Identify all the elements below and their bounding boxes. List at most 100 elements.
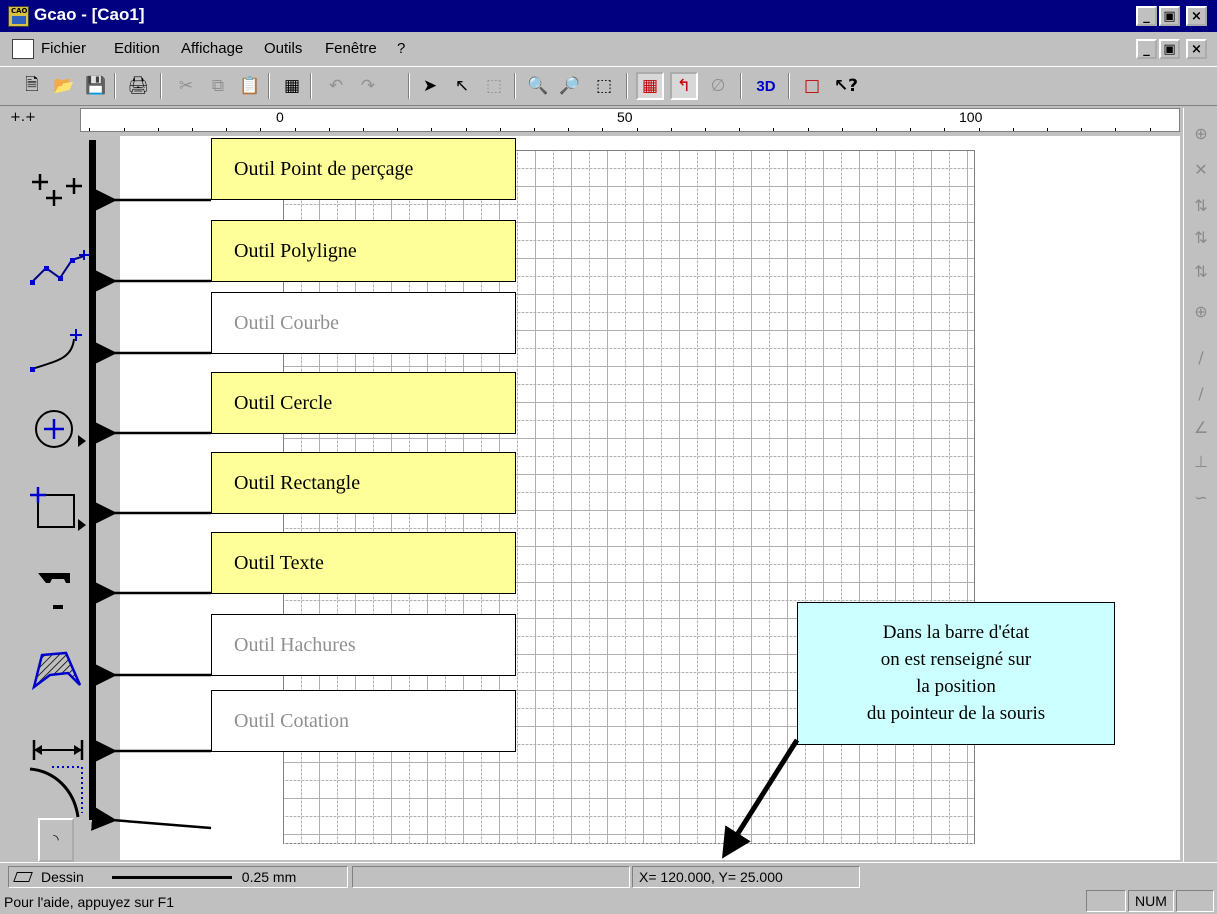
cursor-coordinates: X= 120.000, Y= 25.000 bbox=[632, 866, 860, 888]
menu-fichier[interactable]: Fichier bbox=[41, 40, 86, 57]
document-icon[interactable] bbox=[12, 39, 34, 59]
tangent-icon[interactable]: ∽ bbox=[1188, 484, 1214, 510]
redo-icon[interactable]: ↷ bbox=[354, 72, 382, 100]
rectangle-tool-icon[interactable] bbox=[18, 480, 98, 540]
ruler-tick bbox=[944, 128, 946, 131]
snap-y-icon[interactable]: ⇅ bbox=[1188, 224, 1214, 250]
snap-intersection-icon[interactable]: ✕ bbox=[1188, 156, 1214, 182]
toolbar-separator bbox=[626, 73, 628, 99]
select-pointer-icon[interactable]: ➤ bbox=[416, 72, 444, 100]
toolbar-separator bbox=[160, 73, 162, 99]
zoom-fit-icon[interactable]: ⬚ bbox=[590, 72, 618, 100]
app-icon[interactable]: CAO bbox=[8, 6, 29, 27]
ruler-tick bbox=[1012, 128, 1014, 131]
help-hint: Pour l'aide, appuyez sur F1 bbox=[4, 894, 174, 910]
toolbar-separator bbox=[514, 73, 516, 99]
ruler-tick bbox=[157, 128, 159, 131]
toolbar-separator bbox=[268, 73, 270, 99]
toolbar-separator bbox=[408, 73, 410, 99]
ruler-tick bbox=[534, 128, 536, 131]
print-icon[interactable]: 🖨 bbox=[124, 72, 152, 100]
info-line: Dans la barre d'état bbox=[882, 622, 1030, 643]
snap-point-icon[interactable]: ↰ bbox=[670, 72, 698, 100]
new-file-icon[interactable]: 🗎 bbox=[18, 72, 46, 100]
ruler-tick bbox=[226, 128, 228, 131]
ruler-tick bbox=[294, 128, 296, 131]
angle-icon[interactable]: ∠ bbox=[1188, 414, 1214, 440]
horizontal-ruler: 0 50 100 bbox=[80, 108, 1180, 132]
drawing-tools-toolbar bbox=[8, 140, 96, 820]
undo-icon[interactable]: ↶ bbox=[322, 72, 350, 100]
midpoint-icon[interactable]: ∕ bbox=[1188, 380, 1214, 406]
info-line: on est renseigné sur bbox=[880, 649, 1032, 670]
doc-restore-button[interactable]: ▣ bbox=[1159, 39, 1180, 59]
ruler-label: 0 bbox=[276, 109, 284, 125]
menu-edition[interactable]: Edition bbox=[114, 40, 160, 57]
parallel-icon[interactable]: ∕ bbox=[1188, 344, 1214, 370]
close-button[interactable]: × bbox=[1186, 6, 1207, 26]
snap-z-icon[interactable]: ⇅ bbox=[1188, 258, 1214, 284]
zoom-box-icon[interactable]: ⬚ bbox=[480, 72, 508, 100]
ruler-tick bbox=[192, 128, 194, 131]
callout-curve-tool: Outil Courbe bbox=[211, 292, 516, 354]
snap-object-icon[interactable]: ∅ bbox=[704, 72, 732, 100]
menu-fenetre[interactable]: Fenêtre bbox=[325, 40, 377, 57]
menu-outils[interactable]: Outils bbox=[264, 40, 302, 57]
snap-center-icon[interactable]: ⊕ bbox=[1188, 120, 1214, 146]
context-help-button[interactable]: ↖? bbox=[832, 72, 860, 100]
open-folder-icon[interactable]: 📂 bbox=[50, 72, 78, 100]
ruler-tick bbox=[705, 128, 707, 131]
properties-icon[interactable]: ▦ bbox=[278, 72, 306, 100]
ruler-label: 50 bbox=[617, 109, 633, 125]
doc-minimize-button[interactable]: _ bbox=[1136, 39, 1157, 59]
curve-tool-icon[interactable] bbox=[18, 320, 98, 380]
num-lock-indicator: NUM bbox=[1128, 890, 1174, 912]
save-icon[interactable]: 💾 bbox=[82, 72, 110, 100]
layer-name: Dessin bbox=[41, 869, 84, 885]
hatch-tool-icon[interactable] bbox=[18, 640, 98, 700]
toolbar-separator bbox=[310, 73, 312, 99]
ruler-tick bbox=[602, 128, 604, 131]
ruler-tick bbox=[328, 128, 330, 131]
node-edit-icon[interactable]: ↖ bbox=[448, 72, 476, 100]
line-width-value: 0.25 mm bbox=[241, 869, 297, 885]
menu-help[interactable]: ? bbox=[397, 40, 405, 57]
line-width-sample bbox=[111, 875, 232, 879]
snap-grid-icon[interactable]: ▦ bbox=[636, 72, 664, 100]
ruler-tick bbox=[431, 128, 433, 131]
ruler-corner[interactable]: +.+ bbox=[10, 110, 70, 136]
drill-point-tool-icon[interactable] bbox=[18, 160, 98, 220]
maximize-button[interactable]: ▣ bbox=[1159, 6, 1180, 26]
callout-rectangle-tool: Outil Rectangle bbox=[211, 452, 516, 514]
paste-icon[interactable]: 📋 bbox=[236, 72, 264, 100]
perpendicular-icon[interactable]: ⊥ bbox=[1188, 448, 1214, 474]
snap-num-icon[interactable]: ⊕ bbox=[1188, 298, 1214, 324]
title-bar: CAO Gcao - [Cao1] _ ▣ × bbox=[0, 0, 1217, 32]
view-3d-button[interactable]: 3D bbox=[752, 72, 780, 100]
fillet-tool-icon[interactable] bbox=[18, 754, 98, 822]
cut-icon[interactable]: ✂ bbox=[172, 72, 200, 100]
callout-point-tool: Outil Point de perçage bbox=[211, 138, 516, 200]
snap-x-icon[interactable]: ⇅ bbox=[1188, 192, 1214, 218]
copy-icon[interactable]: ⧉ bbox=[204, 72, 232, 100]
status-info-callout: Dans la barre d'état on est renseigné su… bbox=[797, 602, 1115, 745]
ruler-tick bbox=[670, 128, 672, 131]
polyline-tool-icon[interactable] bbox=[18, 240, 98, 300]
zoom-in-icon[interactable]: 🔎 bbox=[556, 72, 584, 100]
minimize-button[interactable]: _ bbox=[1136, 6, 1157, 26]
ruler-tick bbox=[739, 128, 741, 131]
arc-tool-icon[interactable]: ◝ bbox=[38, 818, 74, 862]
ruler-tick bbox=[1115, 128, 1117, 131]
ruler-tick bbox=[876, 128, 878, 131]
doc-close-button[interactable]: × bbox=[1186, 39, 1207, 59]
line-style-pane[interactable]: Dessin 0.25 mm bbox=[8, 866, 348, 888]
ruler-tick bbox=[89, 128, 91, 131]
zoom-page-icon[interactable]: 🔍 bbox=[524, 72, 552, 100]
text-tool-icon[interactable] bbox=[18, 560, 98, 620]
main-toolbar: 🗎 📂 💾 🖨 ✂ ⧉ 📋 ▦ ↶ ↷ ➤ ↖ ⬚ 🔍 🔎 ⬚ ▦ ↰ ∅ 3D… bbox=[0, 66, 1217, 106]
menu-affichage[interactable]: Affichage bbox=[181, 40, 243, 57]
page-setup-icon[interactable]: □ bbox=[798, 72, 826, 100]
caps-indicator bbox=[1086, 890, 1126, 912]
circle-tool-icon[interactable] bbox=[18, 400, 98, 460]
snap-tools-toolbar: ⊕ ✕ ⇅ ⇅ ⇅ ⊕ ∕ ∕ ∠ ⊥ ∽ bbox=[1183, 108, 1217, 862]
